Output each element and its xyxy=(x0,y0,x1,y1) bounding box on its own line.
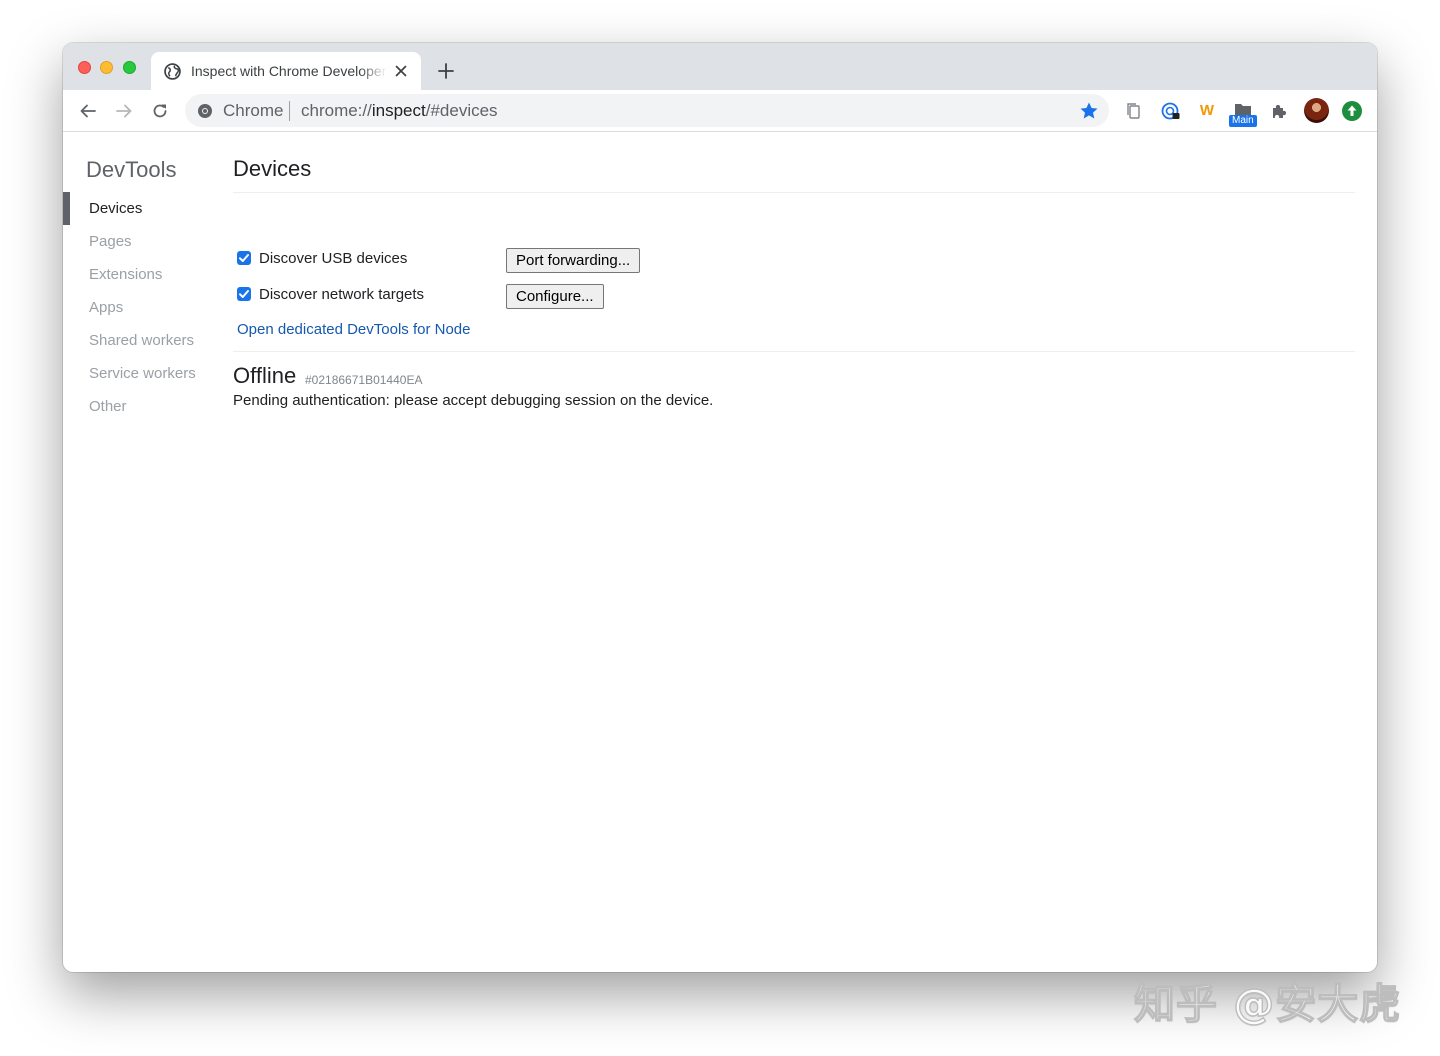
copy-extension-icon[interactable] xyxy=(1124,101,1144,121)
discover-network-label[interactable]: Discover network targets xyxy=(259,286,424,303)
sidebar-item-other[interactable]: Other xyxy=(63,390,213,423)
watermark: 知乎 @安大虎 xyxy=(1133,979,1402,1028)
reload-icon[interactable] xyxy=(150,101,170,121)
new-tab-icon[interactable] xyxy=(438,63,454,79)
page-title: Devices xyxy=(233,156,312,181)
sidebar-item-pages[interactable]: Pages xyxy=(63,225,213,258)
maximize-window-button[interactable] xyxy=(123,61,136,74)
discover-usb-checkbox[interactable] xyxy=(237,251,251,265)
device-divider xyxy=(233,351,1355,352)
omnibox[interactable]: Chrome chrome://inspect/#devices xyxy=(185,94,1109,127)
w-extension-icon[interactable]: W xyxy=(1197,101,1217,121)
title-divider xyxy=(233,192,1355,193)
device-status: Pending authentication: please accept de… xyxy=(233,392,714,409)
sidebar-item-shared-workers[interactable]: Shared workers xyxy=(63,324,213,357)
sidebar-title: DevTools xyxy=(86,157,177,182)
sidebar-nav: Devices Pages Extensions Apps Shared wor… xyxy=(63,192,213,423)
back-arrow-icon[interactable] xyxy=(78,101,98,121)
discover-usb-label[interactable]: Discover USB devices xyxy=(259,250,407,267)
checkmark-icon xyxy=(239,290,249,298)
minimize-window-button[interactable] xyxy=(100,61,113,74)
configure-button[interactable]: Configure... xyxy=(506,284,604,309)
omnibox-chip: Chrome xyxy=(223,101,284,120)
sidebar-item-devices[interactable]: Devices xyxy=(63,192,213,225)
url-path: /#devices xyxy=(425,101,498,120)
main-extension-label: Main xyxy=(1229,115,1257,127)
bookmark-star-icon[interactable] xyxy=(1079,101,1099,121)
sidebar-item-apps[interactable]: Apps xyxy=(63,291,213,324)
device-serial: #02186671B01440EA xyxy=(305,373,423,387)
puzzle-extensions-icon[interactable] xyxy=(1269,101,1289,121)
omnibox-url[interactable]: chrome://inspect/#devices xyxy=(301,101,498,121)
url-host: inspect xyxy=(371,101,426,120)
device-name: Offline xyxy=(233,363,297,388)
close-tab-icon[interactable] xyxy=(395,65,407,77)
tab-inspect[interactable]: Inspect with Chrome Developer Tools xyxy=(151,52,421,90)
discover-network-checkbox[interactable] xyxy=(237,287,251,301)
chrome-page-icon[interactable] xyxy=(197,103,213,119)
port-forwarding-button[interactable]: Port forwarding... xyxy=(506,248,641,273)
update-badge[interactable] xyxy=(1342,101,1362,121)
open-node-devtools-link[interactable]: Open dedicated DevTools for Node xyxy=(237,321,470,338)
sidebar-item-service-workers[interactable]: Service workers xyxy=(63,357,213,390)
sidebar-item-extensions[interactable]: Extensions xyxy=(63,258,213,291)
browser-window: Inspect with Chrome Developer Tools xyxy=(63,43,1377,972)
tab-strip: Inspect with Chrome Developer Tools xyxy=(63,43,1377,90)
close-window-button[interactable] xyxy=(78,61,91,74)
profile-avatar[interactable] xyxy=(1304,98,1329,123)
inspect-page: DevTools Devices Pages Extensions Apps S… xyxy=(63,132,1377,972)
checkmark-icon xyxy=(239,254,249,262)
url-scheme: chrome:// xyxy=(301,101,372,120)
arrow-up-icon xyxy=(1347,105,1357,116)
omnibox-separator xyxy=(289,101,290,121)
forward-arrow-icon[interactable] xyxy=(114,101,134,121)
globe-icon xyxy=(164,63,181,80)
toolbar: Chrome chrome://inspect/#devices W Main xyxy=(63,90,1377,132)
tab-title: Inspect with Chrome Developer Tools xyxy=(191,63,387,79)
privacy-extension-icon[interactable] xyxy=(1161,101,1181,121)
main-extension-icon[interactable]: Main xyxy=(1229,101,1257,127)
